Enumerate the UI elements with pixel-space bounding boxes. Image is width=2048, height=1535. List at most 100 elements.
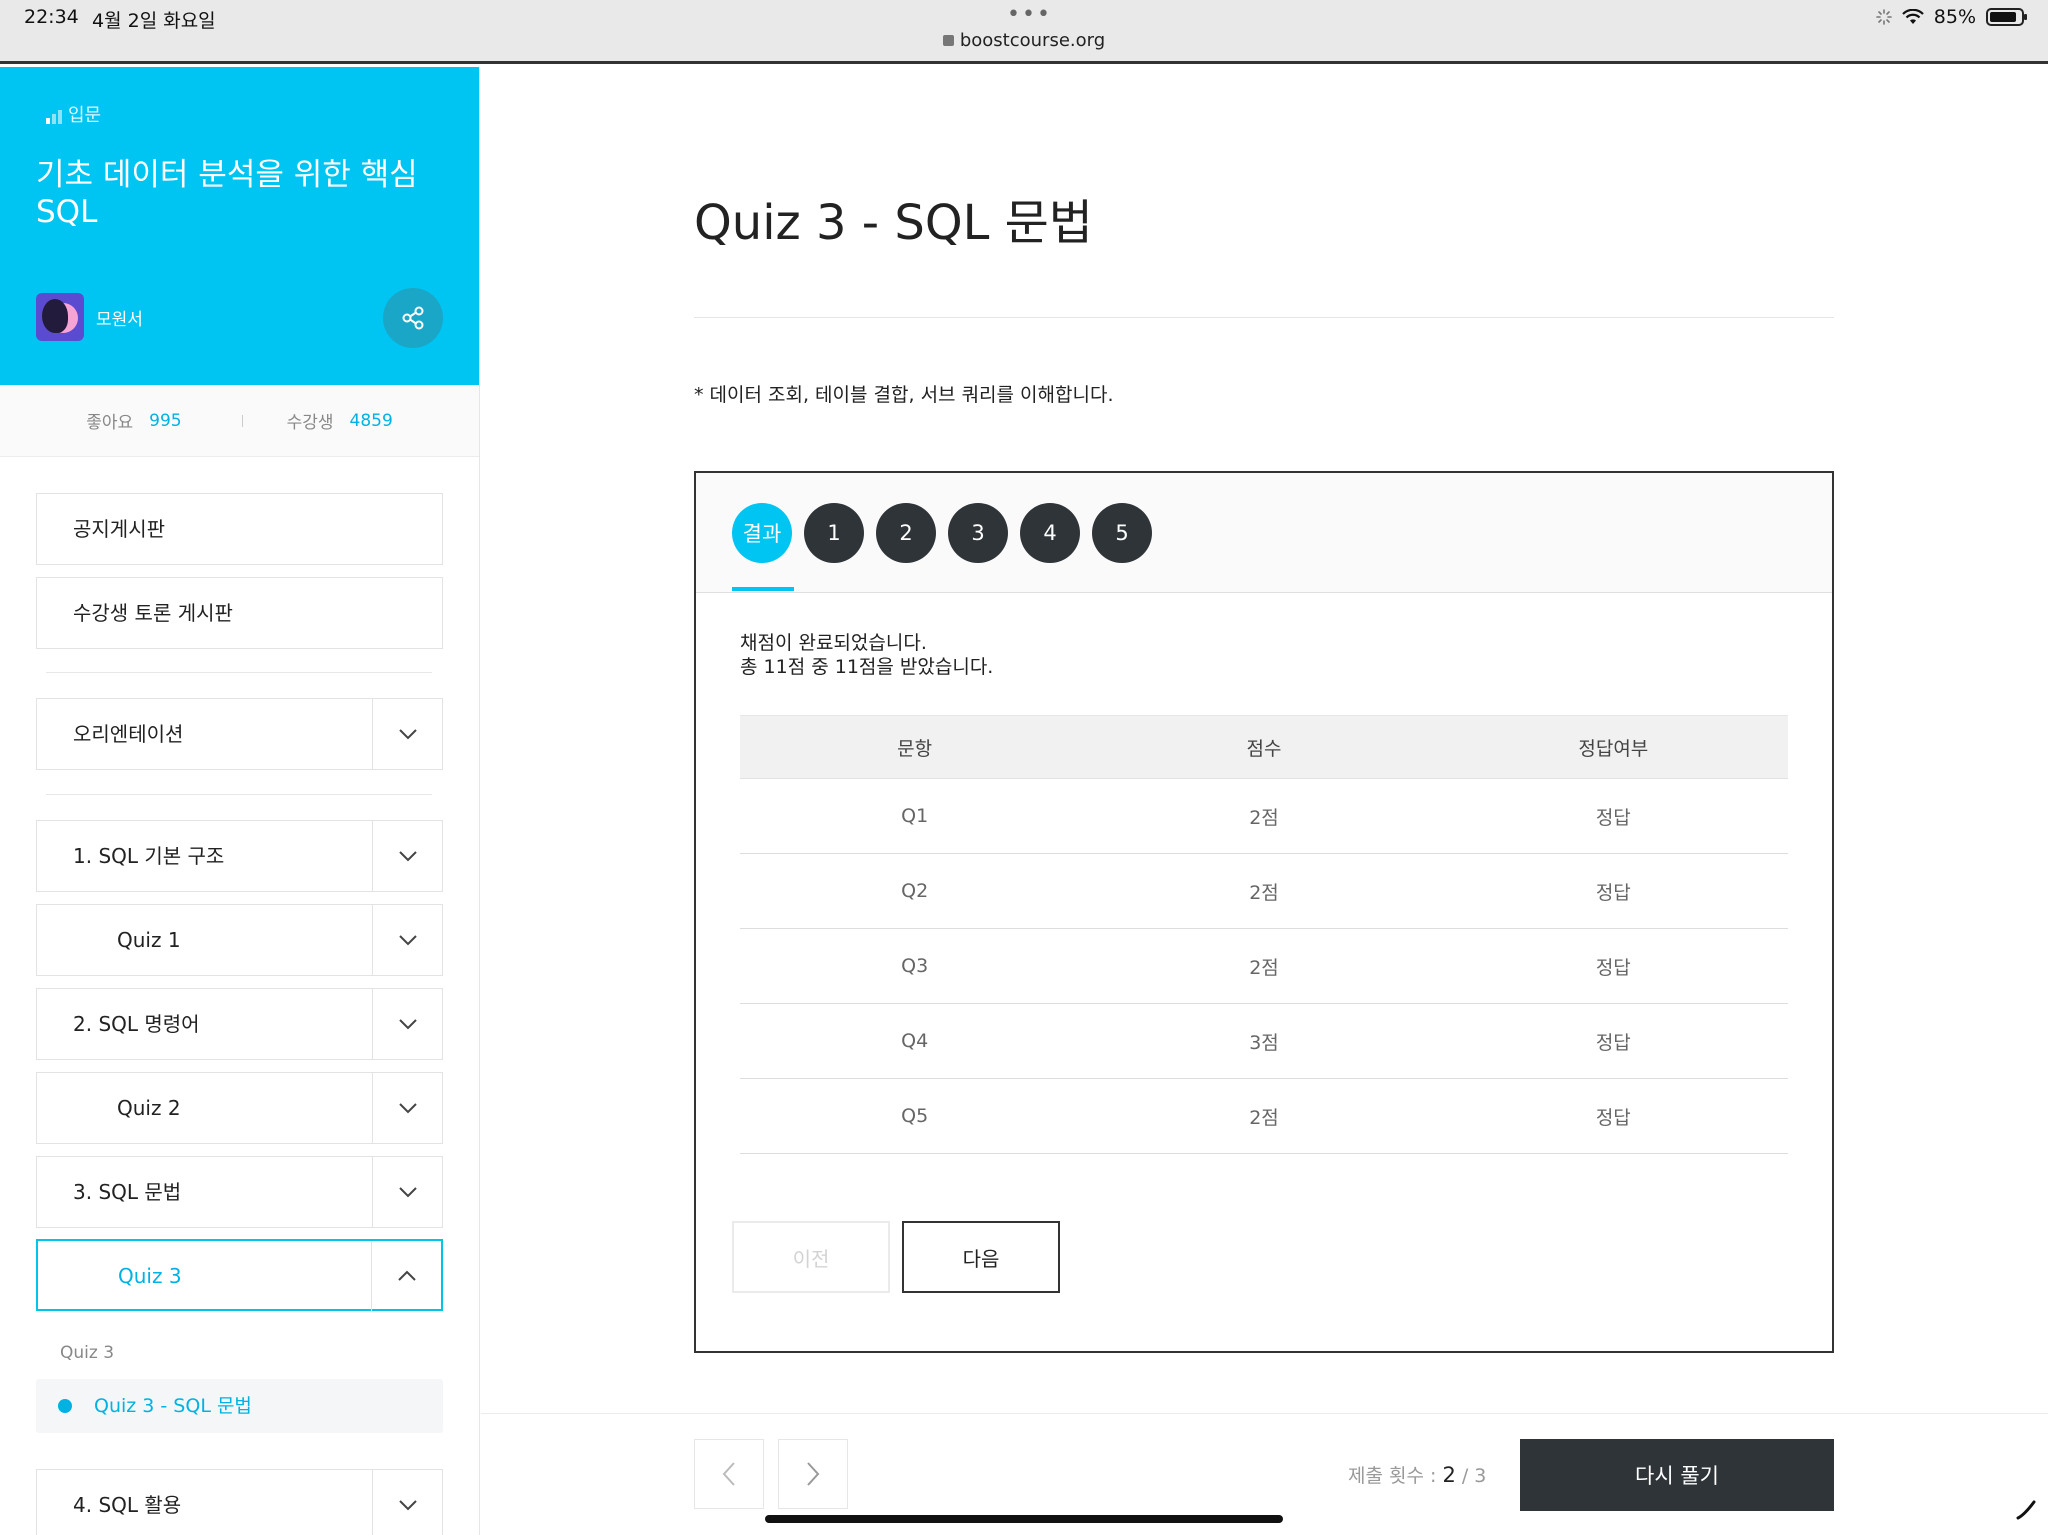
clock: 22:34 [24,6,79,28]
score-cell: 2점 [1249,956,1279,979]
address-bar[interactable]: boostcourse.org [0,30,2048,51]
question-cell: Q1 [901,805,929,827]
table-row: Q1 2점 정답 [740,779,1788,854]
column-header: 정답여부 [1578,737,1649,760]
score-cell: 3점 [1249,1031,1279,1054]
quiz-description: * 데이터 조회, 테이블 결합, 서브 쿼리를 이해합니다. [694,384,1114,406]
author-name[interactable]: 모원서 [96,305,143,330]
chevron-down-icon[interactable] [372,1073,442,1143]
chevron-down-icon[interactable] [372,1157,442,1227]
tab-question-4[interactable]: 4 [1020,503,1080,563]
pencil-icon[interactable] [2014,1498,2038,1522]
table-row: Q3 2점 정답 [740,929,1788,1004]
course-sidebar: 입문 기초 데이터 분석을 위한 핵심 SQL 모원서 좋아요 995 수강생 … [0,67,480,1535]
next-button[interactable]: 다음 [902,1221,1060,1293]
lesson-item-active[interactable]: Quiz 3 - SQL 문법 [36,1379,443,1433]
submit-count-total: / 3 [1455,1465,1487,1487]
url-text: boostcourse.org [959,30,1106,51]
quiz-panel: 결과 1 2 3 4 5 채점이 완료되었습니다. 총 11점 중 11점을 받… [694,471,1834,1353]
section-label: 오리엔테이션 [73,722,184,746]
chevron-up-icon[interactable] [371,1241,441,1311]
section-2[interactable]: 2. SQL 명령어 [36,988,443,1060]
chevron-down-icon[interactable] [372,699,442,769]
level-badge: 입문 [46,101,101,127]
page-title: Quiz 3 - SQL 문법 [694,195,1093,251]
result-cell: 정답 [1595,881,1631,904]
author-avatar[interactable] [36,293,84,341]
students-label: 수강생 [286,413,334,433]
section-label: 3. SQL 문법 [73,1180,182,1204]
tab-result[interactable]: 결과 [732,503,792,563]
section-quiz-2[interactable]: Quiz 2 [36,1072,443,1144]
chevron-right-icon [807,1462,820,1486]
lesson-item-label: Quiz 3 - SQL 문법 [94,1395,252,1417]
battery-icon [1986,8,2027,26]
section-4[interactable]: 4. SQL 활용 [36,1469,443,1535]
section-label: 1. SQL 기본 구조 [73,844,225,868]
question-cell: Q2 [901,880,929,902]
sub-caption: Quiz 3 [60,1343,115,1363]
section-label: 2. SQL 명령어 [73,1012,200,1036]
share-icon [402,306,424,330]
score-cell: 2점 [1249,1106,1279,1129]
section-quiz-1[interactable]: Quiz 1 [36,904,443,976]
chevron-left-icon [722,1462,735,1486]
section-label: 4. SQL 활용 [73,1493,182,1517]
level-label: 입문 [68,105,102,126]
section-1[interactable]: 1. SQL 기본 구조 [36,820,443,892]
likes-count: 995 [149,410,182,431]
result-cell: 정답 [1595,1106,1631,1129]
section-label: Quiz 2 [117,1096,181,1120]
footer-divider [481,1413,2048,1414]
status-indicators: 85% [1875,6,2027,28]
share-button[interactable] [383,288,443,348]
lock-icon [942,35,954,46]
check-circle-icon [58,1399,72,1413]
retry-button[interactable]: 다시 풀기 [1520,1439,1834,1511]
tab-question-5[interactable]: 5 [1092,503,1152,563]
submit-count: 제출 횟수 : 2 / 3 [1348,1461,1486,1488]
battery-percent: 85% [1933,6,1976,28]
home-indicator [765,1515,1283,1523]
next-page-button[interactable] [778,1439,848,1509]
tab-question-3[interactable]: 3 [948,503,1008,563]
chevron-down-icon[interactable] [372,989,442,1059]
section-quiz-3[interactable]: Quiz 3 [36,1239,443,1311]
section-orientation[interactable]: 오리엔테이션 [36,698,443,770]
chevron-down-icon[interactable] [372,821,442,891]
board-discussion-label: 수강생 토론 게시판 [73,601,233,625]
wifi-icon [1901,9,1924,24]
result-cell: 정답 [1595,1031,1631,1054]
level-bars-icon [46,110,62,124]
active-tab-indicator [732,587,794,591]
loading-spinner-icon [1875,9,1892,25]
board-notice[interactable]: 공지게시판 [36,493,443,565]
quiz-tabs: 결과 1 2 3 4 5 [696,473,1832,593]
score-cell: 2점 [1249,806,1279,829]
board-discussion[interactable]: 수강생 토론 게시판 [36,577,443,649]
browser-status-bar: 22:34 4월 2일 화요일 ••• boostcourse.org 85% [0,0,2048,64]
title-divider [694,317,1834,318]
more-dots-icon[interactable]: ••• [1007,2,1052,27]
column-header: 점수 [1246,737,1282,760]
table-row: Q2 2점 정답 [740,854,1788,929]
chevron-down-icon[interactable] [372,905,442,975]
tab-question-2[interactable]: 2 [876,503,936,563]
result-line-1: 채점이 완료되었습니다. [740,632,927,654]
question-cell: Q4 [901,1030,929,1052]
course-title: 기초 데이터 분석을 위한 핵심 SQL [36,157,418,230]
result-cell: 정답 [1595,956,1631,979]
result-line-2: 총 11점 중 11점을 받았습니다. [740,656,994,678]
students-count: 4859 [349,410,393,431]
submit-count-label: 제출 횟수 : [1348,1465,1443,1487]
result-table: 문항 점수 정답여부 Q1 2점 정답 Q2 2점 정답 Q3 2점 정답 Q4… [740,715,1788,1154]
course-stats: 좋아요 995 수강생 4859 [0,385,479,457]
tab-question-1[interactable]: 1 [804,503,864,563]
result-cell: 정답 [1595,806,1631,829]
prev-page-button[interactable] [694,1439,764,1509]
prev-button[interactable]: 이전 [732,1221,890,1293]
table-row: Q4 3점 정답 [740,1004,1788,1079]
question-cell: Q3 [901,955,929,977]
chevron-down-icon[interactable] [372,1470,442,1535]
section-3[interactable]: 3. SQL 문법 [36,1156,443,1228]
